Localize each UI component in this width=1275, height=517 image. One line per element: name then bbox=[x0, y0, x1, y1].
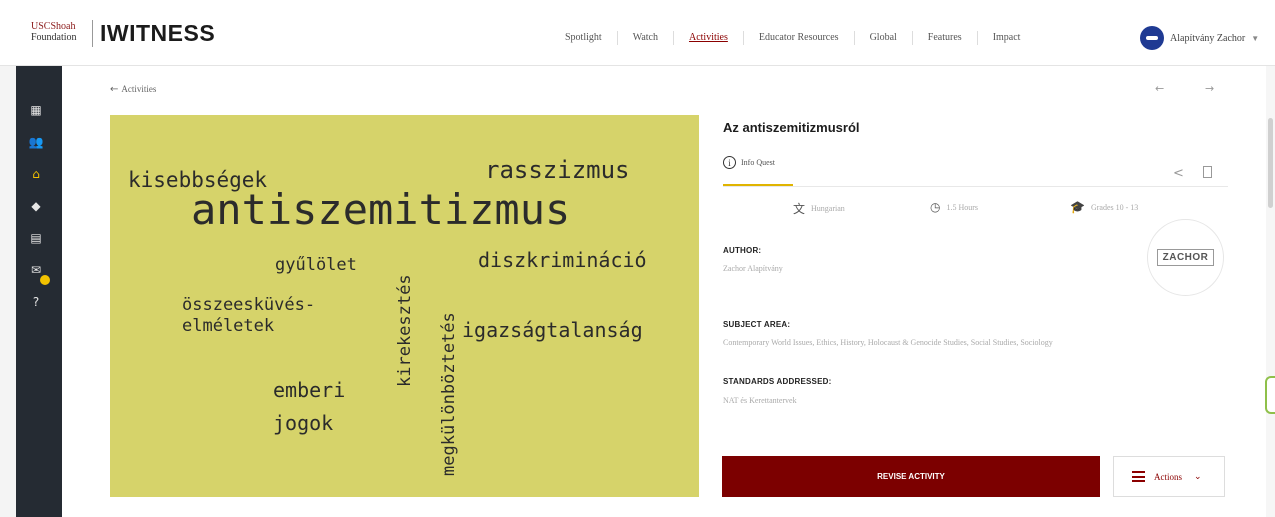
back-to-activities-link[interactable]: ← Activities bbox=[110, 84, 156, 95]
tab-divider bbox=[723, 186, 1228, 187]
nav-global[interactable]: Global bbox=[855, 31, 913, 45]
cloud-word: összeesküvés- bbox=[182, 295, 316, 315]
media-icon[interactable]: ◆ bbox=[28, 198, 44, 214]
feedback-widget[interactable] bbox=[1265, 376, 1275, 414]
revise-activity-button[interactable]: REVISE ACTIVITY bbox=[722, 456, 1100, 497]
logo-org-line1: USCShoah bbox=[31, 21, 76, 32]
usc-shoah-logo[interactable]: USCShoah Foundation bbox=[31, 21, 89, 43]
activity-title: Az antiszemitizmusról bbox=[723, 120, 860, 135]
cloud-word: elméletek bbox=[182, 316, 275, 336]
grades-value: Grades 10 - 13 bbox=[1090, 202, 1139, 212]
bookmark-icon[interactable] bbox=[1203, 166, 1212, 178]
activities-icon[interactable]: ⌂ bbox=[28, 166, 44, 182]
chevron-down-icon[interactable]: ▼ bbox=[1251, 34, 1259, 43]
cloud-word: antiszemitizmus bbox=[191, 185, 571, 234]
nav-features[interactable]: Features bbox=[913, 31, 978, 45]
previous-activity-icon[interactable]: ← bbox=[1155, 82, 1164, 95]
subject-area-value: Contemporary World Issues, Ethics, Histo… bbox=[723, 338, 1053, 347]
clock-icon: ◷ bbox=[930, 200, 941, 214]
nav-activities[interactable]: Activities bbox=[674, 31, 744, 45]
translate-icon: 文 bbox=[793, 202, 806, 216]
tab-info-quest[interactable]: i Info Quest bbox=[723, 156, 775, 169]
cloud-word: gyűlölet bbox=[275, 255, 357, 275]
main-nav: Spotlight Watch Activities Educator Reso… bbox=[550, 28, 1035, 48]
nav-watch[interactable]: Watch bbox=[618, 31, 674, 45]
chevron-down-icon: ⌄ bbox=[1194, 471, 1202, 482]
duration-meta: ◷ 1.5 Hours bbox=[930, 200, 978, 214]
avatar[interactable] bbox=[1140, 26, 1164, 50]
notification-badge bbox=[40, 275, 50, 285]
standards-label: STANDARDS ADDRESSED: bbox=[723, 377, 832, 386]
next-activity-icon[interactable]: → bbox=[1205, 82, 1214, 95]
author-value[interactable]: Zachor Alapítvány bbox=[723, 264, 783, 273]
logo-org-line2: Foundation bbox=[31, 32, 77, 43]
cloud-word: diszkrimináció bbox=[478, 248, 647, 272]
cloud-word: igazságtalanság bbox=[462, 318, 643, 342]
nav-educator-resources[interactable]: Educator Resources bbox=[744, 31, 855, 45]
activity-cover-image: rasszizmus kisebbségek antiszemitizmus g… bbox=[110, 115, 699, 497]
arrow-left-icon: ← bbox=[110, 84, 119, 95]
subject-area-label: SUBJECT AREA: bbox=[723, 320, 791, 329]
info-icon: i bbox=[723, 156, 736, 169]
list-icon bbox=[1132, 471, 1145, 482]
activity-type-label: Info Quest bbox=[741, 158, 775, 167]
nav-spotlight[interactable]: Spotlight bbox=[550, 31, 618, 45]
actions-label: Actions bbox=[1154, 471, 1182, 482]
graduation-cap-icon: 🎓 bbox=[1070, 200, 1085, 214]
duration-value: 1.5 Hours bbox=[946, 202, 979, 212]
language-meta: 文 Hungarian bbox=[793, 200, 845, 217]
user-menu[interactable]: Alapítvány Zachor ▼ bbox=[1140, 26, 1259, 50]
grades-meta: 🎓 Grades 10 - 13 bbox=[1070, 200, 1138, 214]
author-logo-text: ZACHOR bbox=[1156, 249, 1215, 266]
app-title[interactable]: IWITNESS bbox=[100, 20, 215, 47]
cloud-word: megkülönböztetés bbox=[439, 312, 459, 476]
cloud-word: jogok bbox=[273, 411, 334, 435]
top-header: USCShoah Foundation IWITNESS Spotlight W… bbox=[0, 0, 1275, 66]
people-icon[interactable]: 👥 bbox=[28, 134, 44, 150]
dashboard-icon[interactable]: ▦ bbox=[28, 102, 44, 118]
archive-icon[interactable]: ▤ bbox=[28, 230, 44, 246]
help-icon[interactable]: ? bbox=[28, 294, 44, 310]
nav-impact[interactable]: Impact bbox=[978, 31, 1036, 45]
logo-divider bbox=[92, 20, 93, 47]
scrollbar-thumb[interactable] bbox=[1268, 118, 1273, 208]
actions-dropdown[interactable]: Actions ⌄ bbox=[1113, 456, 1225, 497]
standards-value: NAT és Kerettantervek bbox=[723, 396, 797, 405]
author-logo: ZACHOR bbox=[1147, 219, 1224, 296]
author-label: AUTHOR: bbox=[723, 246, 762, 255]
cloud-word: emberi bbox=[273, 378, 346, 402]
user-name[interactable]: Alapítvány Zachor bbox=[1170, 33, 1245, 44]
breadcrumb-label: Activities bbox=[121, 84, 157, 94]
cloud-word: kirekesztés bbox=[395, 274, 415, 387]
language-value: Hungarian bbox=[811, 204, 845, 213]
cloud-word: rasszizmus bbox=[485, 156, 630, 184]
share-icon[interactable]: < bbox=[1173, 166, 1184, 181]
